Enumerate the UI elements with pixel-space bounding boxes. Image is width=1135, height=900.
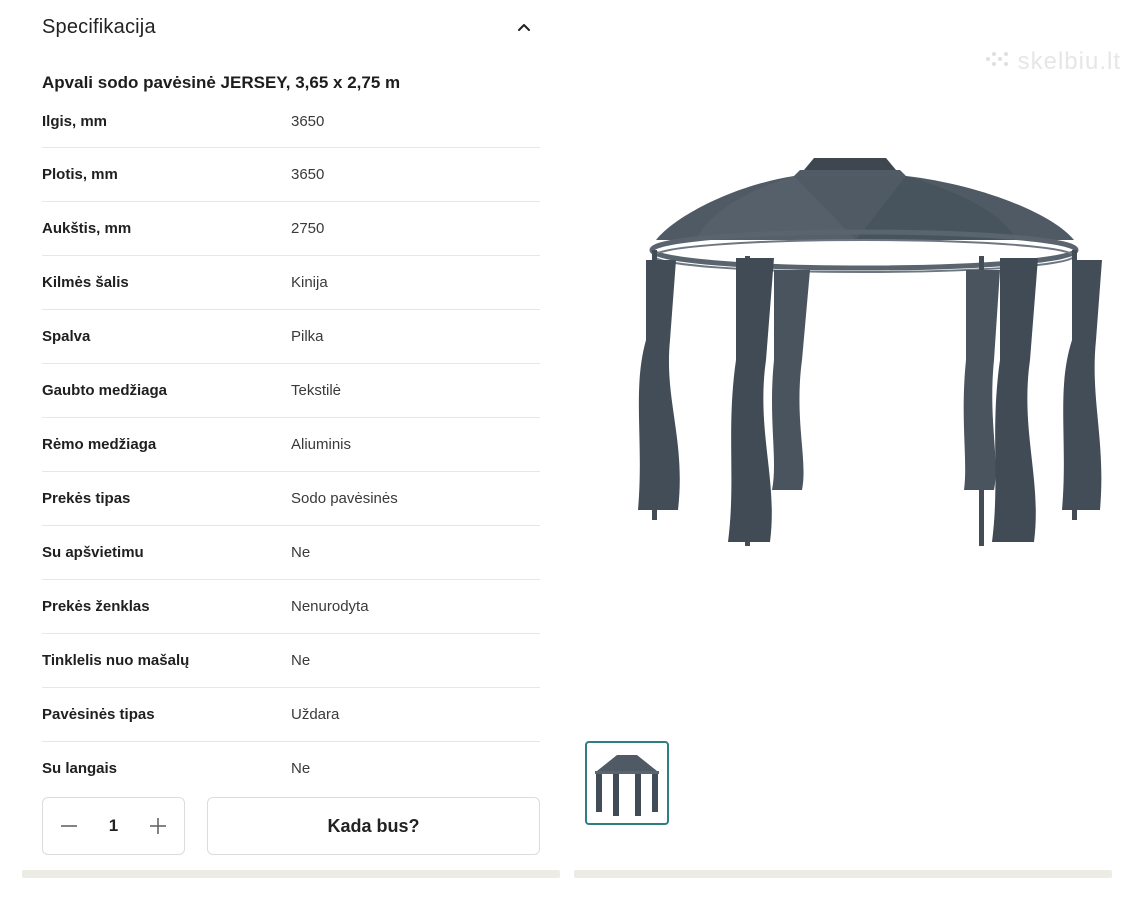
spec-row: Spalva Pilka [42, 310, 540, 364]
spec-value: Ne [291, 760, 311, 777]
spec-label: Su langais [42, 760, 118, 777]
minus-icon[interactable] [57, 814, 81, 838]
spec-value: 3650 [291, 113, 325, 130]
product-image[interactable] [596, 140, 1106, 580]
spec-row: Prekės tipas Sodo pavėsinės [42, 472, 540, 526]
spec-value: Ne [291, 544, 311, 561]
plus-icon[interactable] [146, 814, 170, 838]
spec-row: Aukštis, mm 2750 [42, 202, 540, 256]
product-thumbnail[interactable] [585, 741, 669, 825]
watermark-text: skelbiu.lt [1017, 48, 1121, 75]
spec-label: Gaubto medžiaga [42, 382, 168, 399]
availability-button[interactable]: Kada bus? [207, 797, 540, 855]
spec-value: Ne [291, 652, 311, 669]
spec-row: Plotis, mm 3650 [42, 148, 540, 202]
spec-label: Ilgis, mm [42, 113, 108, 130]
spec-value: Nenurodyta [291, 598, 369, 615]
spec-row: Ilgis, mm 3650 [42, 96, 540, 148]
watermark: skelbiu.lt [984, 48, 1121, 76]
spec-title: Specifikacija [42, 15, 156, 38]
watermark-logo-icon [984, 48, 1010, 76]
spec-row: Rėmo medžiaga Aliuminis [42, 418, 540, 472]
spec-row: Su langais Ne [42, 742, 540, 795]
spec-label: Pavėsinės tipas [42, 706, 155, 723]
spec-label: Prekės tipas [42, 490, 131, 507]
spec-label: Prekės ženklas [42, 598, 150, 615]
spec-label: Su apšvietimu [42, 544, 144, 561]
spec-label: Aukštis, mm [42, 220, 132, 237]
spec-row: Tinklelis nuo mašalų Ne [42, 634, 540, 688]
quantity-value[interactable]: 1 [109, 816, 118, 836]
spec-row: Pavėsinės tipas Uždara [42, 688, 540, 742]
spec-value: Sodo pavėsinės [291, 490, 398, 507]
scroll-indicator-left [22, 870, 560, 878]
chevron-up-icon[interactable] [508, 11, 540, 43]
spec-value: Uždara [291, 706, 340, 723]
spec-value: Tekstilė [291, 382, 342, 399]
spec-row: Gaubto medžiaga Tekstilė [42, 364, 540, 418]
spec-value: Aliuminis [291, 436, 352, 453]
spec-value: 2750 [291, 220, 325, 237]
specification-panel: Specifikacija Apvali sodo pavėsinė JERSE… [0, 0, 560, 900]
spec-row: Su apšvietimu Ne [42, 526, 540, 580]
spec-label: Spalva [42, 328, 91, 345]
spec-header[interactable]: Specifikacija [42, 10, 540, 44]
spec-row: Kilmės šalis Kinija [42, 256, 540, 310]
spec-value: Pilka [291, 328, 324, 345]
product-name: Apvali sodo pavėsinė JERSEY, 3,65 x 2,75… [42, 73, 401, 92]
spec-value: Kinija [291, 274, 328, 291]
spec-table: Ilgis, mm 3650 Plotis, mm 3650 Aukštis, mm… [42, 96, 540, 795]
spec-row: Prekės ženklas Nenurodyta [42, 580, 540, 634]
quantity-stepper[interactable]: 1 [42, 797, 185, 855]
spec-value: 3650 [291, 166, 325, 183]
spec-label: Tinklelis nuo mašalų [42, 652, 190, 669]
spec-label: Rėmo medžiaga [42, 436, 157, 453]
spec-label: Plotis, mm [42, 166, 118, 183]
spec-label: Kilmės šalis [42, 274, 129, 291]
